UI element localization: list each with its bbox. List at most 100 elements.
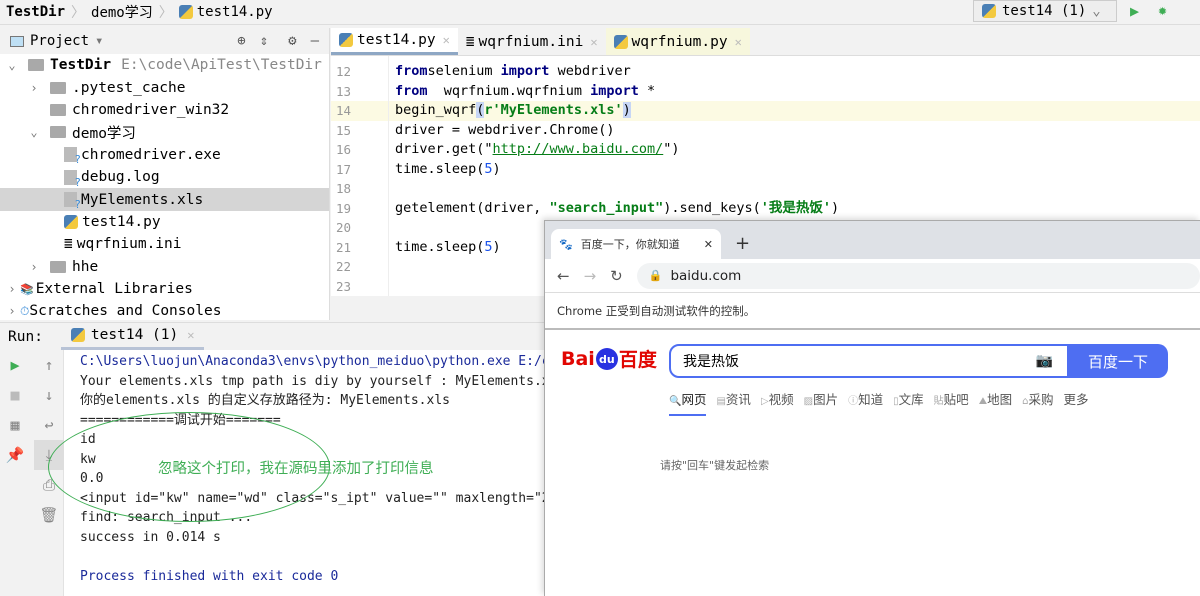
- nav-0[interactable]: 🔍网页: [669, 389, 707, 416]
- search-value: 我是热饭: [683, 354, 739, 370]
- nav-2[interactable]: ▷视频: [761, 389, 794, 416]
- scroll-to-end-icon[interactable]: ⤓: [34, 440, 64, 470]
- arrow-up-icon[interactable]: ↑: [34, 350, 64, 380]
- search-input[interactable]: 我是热饭 📷: [669, 344, 1069, 378]
- locate-icon[interactable]: ⊕: [237, 33, 245, 49]
- close-icon[interactable]: ✕: [443, 33, 450, 47]
- chevron-down-icon[interactable]: ⌄: [26, 125, 42, 139]
- tab-wqrfnium-ini[interactable]: ≣ wqrfnium.ini ✕: [458, 28, 606, 55]
- print-icon[interactable]: ⎙: [34, 470, 64, 500]
- search-button[interactable]: 百度一下: [1068, 344, 1168, 378]
- nav-label: 采购: [1028, 392, 1054, 407]
- python-file-icon: [339, 33, 353, 47]
- run-toolbar: Run: test14 (1) ✕: [0, 322, 545, 350]
- project-title[interactable]: Project: [30, 33, 89, 49]
- tree-item[interactable]: › 📚 External Libraries: [0, 278, 329, 300]
- baidu-logo[interactable]: Bai du 百度: [561, 345, 657, 372]
- project-view-icon: [10, 35, 24, 47]
- code-line[interactable]: begin_wqrf(r'MyElements.xls'): [389, 101, 1200, 121]
- nav-5[interactable]: ▯文库: [893, 389, 924, 416]
- url-text: baidu.com: [670, 267, 742, 284]
- run-left-toolbar: ▶ ■ ▦ 📌: [0, 350, 34, 596]
- close-icon[interactable]: ✕: [187, 328, 194, 342]
- close-icon[interactable]: ✕: [735, 35, 742, 49]
- reload-icon[interactable]: ↻: [610, 267, 623, 285]
- tree-item[interactable]: debug.log: [0, 166, 329, 189]
- code-line[interactable]: [389, 179, 1200, 199]
- run-tab[interactable]: test14 (1) ✕: [60, 323, 205, 350]
- code-line[interactable]: driver = webdriver.Chrome(): [389, 121, 1200, 141]
- new-tab-icon[interactable]: +: [735, 233, 750, 254]
- breadcrumb-demo[interactable]: demo学习: [85, 2, 159, 22]
- run-label: Run:: [8, 328, 43, 345]
- tree-item[interactable]: › hhe: [0, 256, 329, 278]
- chrome-window: 🐾 百度一下，你就知道 ✕ + ← → ↻ 🔒 baidu.com Chrome 正受到自…: [544, 220, 1200, 596]
- tree-item[interactable]: ≣ wqrfnium.ini: [0, 233, 329, 255]
- pin-icon[interactable]: 📌: [0, 440, 30, 470]
- tree-item[interactable]: test14.py: [0, 211, 329, 233]
- tree-item[interactable]: MyElements.xls: [0, 188, 329, 211]
- minimize-icon[interactable]: —: [311, 33, 319, 49]
- collapse-all-icon[interactable]: ⇕: [260, 33, 268, 49]
- soft-wrap-icon[interactable]: ↩: [34, 410, 64, 440]
- close-icon[interactable]: ✕: [704, 238, 713, 251]
- browser-tab[interactable]: 🐾 百度一下，你就知道 ✕: [551, 229, 721, 259]
- address-bar-row: ← → ↻ 🔒 baidu.com: [545, 259, 1200, 293]
- tree-item[interactable]: › .pytest_cache: [0, 76, 329, 98]
- nav-8[interactable]: ⌂采购: [1022, 389, 1053, 416]
- tab-test14-py[interactable]: test14.py ✕: [331, 28, 458, 55]
- chevron-down-icon[interactable]: ⌄: [4, 58, 20, 72]
- chevron-right-icon[interactable]: ›: [4, 304, 20, 318]
- chevron-right-icon[interactable]: ›: [26, 260, 42, 274]
- debug-icon[interactable]: ✹: [1158, 1, 1167, 19]
- python-icon: [982, 4, 996, 18]
- stop-icon[interactable]: ■: [0, 380, 30, 410]
- arrow-down-icon[interactable]: ↓: [34, 380, 64, 410]
- nav-3[interactable]: ▨图片: [804, 389, 838, 416]
- camera-icon[interactable]: 📷: [1036, 353, 1053, 369]
- nav-label: 视频: [768, 392, 794, 407]
- code-line[interactable]: time.sleep(5): [389, 160, 1200, 180]
- code-line[interactable]: from wqrfnium.wqrfnium import *: [389, 82, 1200, 102]
- code-line[interactable]: fromselenium import webdriver: [389, 62, 1200, 82]
- nav-9[interactable]: 更多: [1063, 389, 1088, 416]
- code-token: selenium: [427, 63, 501, 79]
- gear-icon[interactable]: ⚙: [288, 33, 296, 49]
- nav-6[interactable]: 貼贴吧: [934, 389, 969, 416]
- automation-infobar: Chrome 正受到自动测试软件的控制。: [545, 293, 1200, 330]
- code-line[interactable]: getelement(driver, "search_input").send_…: [389, 199, 1200, 219]
- rerun-icon[interactable]: ▶: [0, 350, 30, 380]
- tree-item[interactable]: ⌄ demo学习: [0, 121, 329, 143]
- chevron-right-icon[interactable]: ›: [4, 282, 20, 296]
- layout-icon[interactable]: ▦: [0, 410, 30, 440]
- forward-icon[interactable]: →: [584, 267, 597, 285]
- code-token: http://www.baidu.com/: [492, 141, 664, 157]
- run-config-dropdown[interactable]: test14 (1) ⌄: [973, 0, 1117, 22]
- tree-item[interactable]: chromedriver.exe: [0, 144, 329, 166]
- tree-item[interactable]: › ⏱ Scratches and Consoles: [0, 300, 329, 322]
- omnibox[interactable]: 🔒 baidu.com: [636, 262, 1200, 289]
- folder-icon: [28, 59, 44, 72]
- line-number: 23: [336, 278, 352, 294]
- nav-7[interactable]: ⛰地图: [979, 389, 1012, 416]
- tab-wqrfnium-py[interactable]: wqrfnium.py ✕: [605, 28, 750, 55]
- code-token: driver = webdriver.Chrome(): [395, 121, 615, 138]
- code-token: wqrfnium.wqrfnium: [435, 82, 591, 99]
- chevron-right-icon[interactable]: ›: [26, 81, 42, 95]
- trash-icon[interactable]: 🗑: [34, 500, 64, 530]
- chevron-down-icon[interactable]: ▾: [95, 33, 103, 49]
- tree-item[interactable]: chromedriver_win32: [0, 99, 329, 121]
- code-token: '我是热饭': [760, 199, 832, 216]
- code-line[interactable]: driver.get("http://www.baidu.com/"): [389, 140, 1200, 160]
- tree-item[interactable]: ⌄ TestDir E:\code\ApiTest\TestDir: [0, 54, 329, 76]
- tree-item-path: E:\code\ApiTest\TestDir: [121, 57, 322, 74]
- back-icon[interactable]: ←: [557, 267, 570, 285]
- nav-1[interactable]: ▤资讯: [716, 389, 750, 416]
- nav-4[interactable]: ⓘ知道: [848, 389, 883, 416]
- python-file-icon: [178, 5, 193, 19]
- breadcrumb-file[interactable]: test14.py: [173, 4, 279, 20]
- close-icon[interactable]: ✕: [590, 35, 597, 49]
- run-icon[interactable]: ▶: [1130, 2, 1139, 20]
- breadcrumb-testdir[interactable]: TestDir: [0, 4, 71, 20]
